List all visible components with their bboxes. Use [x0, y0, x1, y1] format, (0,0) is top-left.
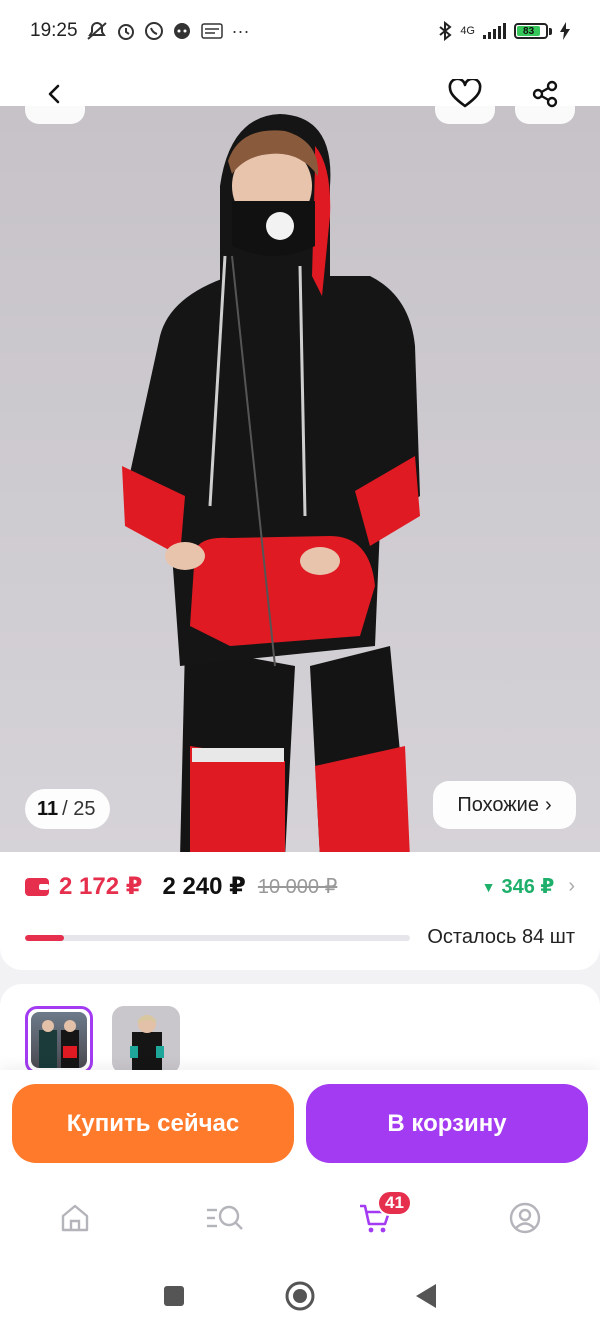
nav-catalog[interactable] [185, 1188, 265, 1248]
bluetooth-icon [439, 21, 452, 41]
chevron-left-icon [48, 84, 60, 104]
heart-icon [448, 79, 482, 108]
back-system-icon[interactable] [415, 1283, 437, 1309]
image-counter-total: / 25 [62, 797, 96, 820]
product-gallery[interactable]: 11 / 25 Похожие › [0, 62, 600, 852]
variant-thumbnail-selected[interactable] [25, 1006, 93, 1074]
stock-row: Осталось 84 шт [25, 926, 575, 949]
battery-level: 83 [517, 26, 541, 37]
variant-thumbnail[interactable] [112, 1006, 180, 1074]
wallet-price: 2 172 ₽ [59, 873, 143, 900]
battery-icon: 83 [514, 23, 552, 39]
image-counter-total-value: 25 [73, 797, 96, 820]
nav-home[interactable] [35, 1188, 115, 1248]
recents-icon[interactable] [163, 1285, 185, 1307]
back-button[interactable] [25, 64, 85, 124]
profile-icon [509, 1202, 541, 1234]
nav-profile[interactable] [485, 1188, 565, 1248]
share-button[interactable] [515, 64, 575, 124]
add-to-cart-button[interactable]: В корзину [306, 1084, 588, 1163]
signal-icon [483, 23, 506, 39]
price-row[interactable]: 2 172 ₽ 2 240 ₽ 10 000 ₽ ▼ 346 ₽ › [25, 872, 575, 901]
more-notifications-icon: ··· [231, 21, 250, 41]
charging-icon [560, 22, 570, 40]
old-price: 10 000 ₽ [257, 876, 338, 898]
image-counter: 11 / 25 [25, 789, 110, 829]
similar-button[interactable]: Похожие › [433, 781, 576, 829]
stock-progress-fill [25, 934, 64, 941]
price-card: 2 172 ₽ 2 240 ₽ 10 000 ₽ ▼ 346 ₽ › Остал… [0, 852, 600, 970]
product-photo-illustration [122, 114, 420, 852]
status-bar: 19:25 ··· 4G 83 [0, 0, 600, 62]
status-system: 4G 83 [438, 21, 570, 41]
current-price: 2 240 ₽ [162, 873, 246, 900]
chevron-right-icon: › [544, 793, 552, 816]
favorite-button[interactable] [435, 64, 495, 124]
home-system-icon[interactable] [285, 1281, 315, 1311]
status-notifications: ··· [86, 21, 250, 41]
detmir-icon [200, 23, 223, 39]
alarm-icon [117, 24, 134, 40]
variant-image [31, 1012, 87, 1068]
similar-label: Похожие [457, 793, 539, 816]
cart-count-badge: 41 [377, 1190, 412, 1216]
image-counter-current: 11 [37, 797, 59, 820]
chat-icon [173, 23, 190, 39]
product-photo[interactable] [0, 106, 600, 852]
viber-icon [144, 22, 163, 40]
share-icon [532, 80, 558, 108]
chevron-right-icon: › [568, 875, 575, 897]
stock-label: Осталось 84 шт [427, 926, 575, 948]
home-icon [61, 1204, 89, 1232]
system-navigation [0, 1260, 600, 1332]
discount-value: 346 ₽ [501, 876, 555, 898]
mute-icon [86, 22, 107, 40]
bottom-nav: 41 [0, 1176, 600, 1260]
triangle-down-icon: ▼ [481, 878, 496, 895]
discount-amount: ▼ 346 ₽ [482, 874, 555, 899]
stock-progress-bar [25, 934, 410, 941]
network-type: 4G [460, 25, 475, 37]
buy-now-button[interactable]: Купить сейчас [12, 1084, 294, 1163]
catalog-search-icon [207, 1205, 243, 1230]
variant-image [112, 1006, 180, 1074]
action-bar: Купить сейчас В корзину [0, 1070, 600, 1176]
wallet-icon [25, 877, 49, 896]
status-time: 19:25 [30, 20, 78, 41]
nav-cart[interactable]: 41 [335, 1188, 415, 1248]
